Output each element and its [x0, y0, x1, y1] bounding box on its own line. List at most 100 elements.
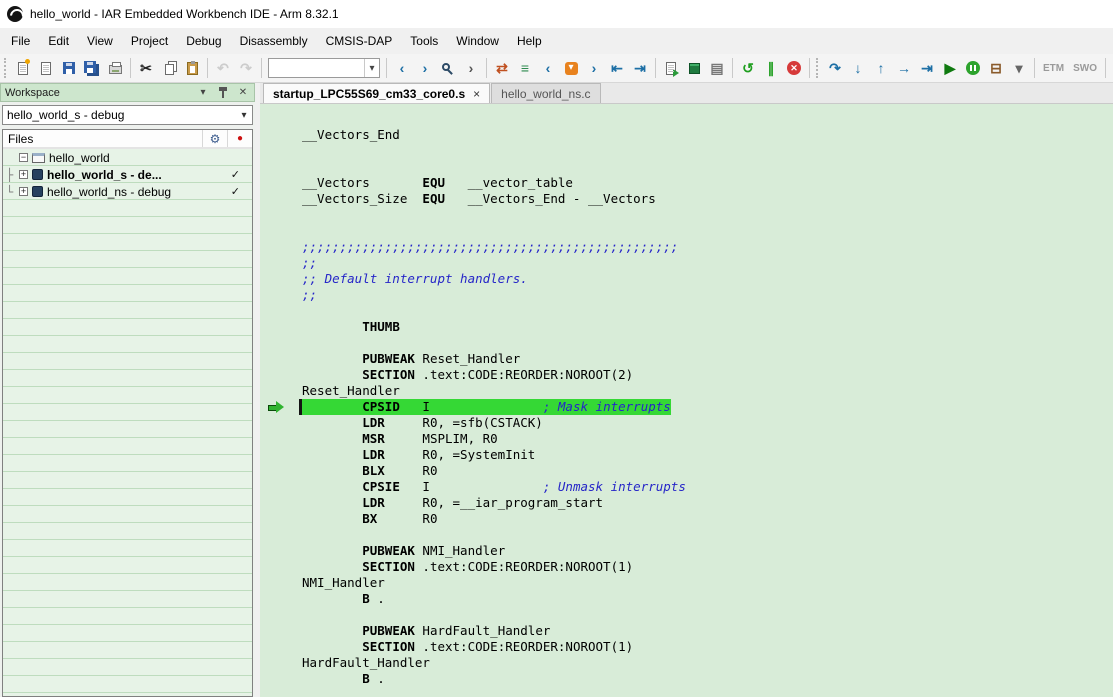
panel-close-button[interactable]: ✕	[236, 85, 250, 100]
copy-button[interactable]	[158, 57, 180, 79]
etm-trace-button[interactable]: ETM	[1039, 57, 1068, 79]
panel-pin-button[interactable]	[216, 85, 230, 100]
modified-column-header[interactable]: ●	[228, 130, 252, 147]
next-statement-button[interactable]: →	[893, 57, 915, 79]
code-line[interactable]: CPSID I ; Mask interrupts	[260, 399, 1113, 415]
code-line[interactable]: NMI_Handler	[260, 575, 1113, 591]
code-line[interactable]	[260, 607, 1113, 623]
code-line[interactable]	[260, 143, 1113, 159]
menu-edit[interactable]: Edit	[39, 30, 78, 52]
code-line[interactable]: LDR R0, =SystemInit	[260, 447, 1113, 463]
code-line[interactable]: THUMB	[260, 319, 1113, 335]
print-button[interactable]	[104, 57, 126, 79]
code-line[interactable]: PUBWEAK HardFault_Handler	[260, 623, 1113, 639]
expand-expander[interactable]: +	[19, 170, 28, 179]
menu-disassembly[interactable]: Disassembly	[231, 30, 317, 52]
menu-file[interactable]: File	[2, 30, 39, 52]
panel-menu-button[interactable]: ▾	[196, 85, 210, 100]
run-to-cursor-button[interactable]: ⇥	[916, 57, 938, 79]
chevron-down-icon[interactable]: ▾	[364, 59, 379, 77]
compile-button[interactable]	[660, 57, 682, 79]
find-combo[interactable]: ▾	[268, 58, 380, 78]
break-button[interactable]: ∥	[760, 57, 782, 79]
stop-debugging-button[interactable]	[783, 57, 805, 79]
make-button[interactable]	[683, 57, 705, 79]
editor[interactable]: __Vectors_End __Vectors EQU __vector_tabl…	[260, 104, 1113, 697]
code-line[interactable]: BX R0	[260, 511, 1113, 527]
code-line[interactable]: LDR R0, =__iar_program_start	[260, 495, 1113, 511]
paste-button[interactable]	[181, 57, 203, 79]
code-line[interactable]	[260, 159, 1113, 175]
code-line[interactable]: ;;	[260, 287, 1113, 303]
menu-tools[interactable]: Tools	[401, 30, 447, 52]
menu-project[interactable]: Project	[122, 30, 177, 52]
open-document-button[interactable]	[35, 57, 57, 79]
step-over-button[interactable]: ↷	[824, 57, 846, 79]
navigate-start-button[interactable]: ⇤	[606, 57, 628, 79]
code-line[interactable]: B .	[260, 671, 1113, 687]
expand-expander[interactable]: +	[19, 187, 28, 196]
code-line[interactable]: B .	[260, 591, 1113, 607]
tree-item-hello-world[interactable]: −hello_world	[6, 149, 252, 166]
step-into-button[interactable]: ↓	[847, 57, 869, 79]
code-line[interactable]	[260, 527, 1113, 543]
undo-button[interactable]: ↶	[212, 57, 234, 79]
code-line[interactable]: CPSIE I ; Unmask interrupts	[260, 479, 1113, 495]
code-line[interactable]	[260, 303, 1113, 319]
tab-close-icon[interactable]: ×	[473, 87, 480, 101]
stop-build-button[interactable]: ▤	[706, 57, 728, 79]
stop-target-button[interactable]: ⊟	[985, 57, 1007, 79]
navigate-end-button[interactable]: ⇥	[629, 57, 651, 79]
tab-hello-world-ns-c[interactable]: hello_world_ns.c	[491, 83, 600, 103]
toggle-source-header-button[interactable]: ⇄	[491, 57, 513, 79]
code-line[interactable]: PUBWEAK Reset_Handler	[260, 351, 1113, 367]
code-line[interactable]: ;;;;;;;;;;;;;;;;;;;;;;;;;;;;;;;;;;;;;;;;…	[260, 239, 1113, 255]
tree-item-hello-world-ns-debug[interactable]: └+hello_world_ns - debug✓	[6, 183, 252, 200]
code-line[interactable]: SECTION .text:CODE:REORDER:NOROOT(1)	[260, 639, 1113, 655]
code-line[interactable]	[260, 335, 1113, 351]
code-line[interactable]: __Vectors_End	[260, 127, 1113, 143]
code-line[interactable]: ;;	[260, 255, 1113, 271]
collapse-expander[interactable]: −	[19, 153, 28, 162]
build-config-select[interactable]: hello_world_s - debug ▾	[2, 105, 253, 125]
menu-debug[interactable]: Debug	[177, 30, 230, 52]
menu-cmsis-dap[interactable]: CMSIS-DAP	[317, 30, 402, 52]
navigate-backward-button[interactable]: ‹	[391, 57, 413, 79]
menu-window[interactable]: Window	[447, 30, 508, 52]
tab-startup-lpc55s69-cm33-core0-s[interactable]: startup_LPC55S69_cm33_core0.s×	[263, 83, 490, 103]
code-line[interactable]: SECTION .text:CODE:REORDER:NOROOT(2)	[260, 367, 1113, 383]
toggle-breakpoint-button[interactable]	[560, 57, 582, 79]
code-line[interactable]: Reset_Handler	[260, 383, 1113, 399]
code-line[interactable]: HardFault_Handler	[260, 655, 1113, 671]
navigate-forward-button[interactable]: ›	[414, 57, 436, 79]
redo-button[interactable]: ↷	[235, 57, 257, 79]
code-line[interactable]	[260, 223, 1113, 239]
tree-item-hello-world-s-de[interactable]: ├+hello_world_s - de...✓	[6, 166, 252, 183]
code-line[interactable]: __Vectors_Size EQU __Vectors_End - __Vec…	[260, 191, 1113, 207]
code-line[interactable]: MSR MSPLIM, R0	[260, 431, 1113, 447]
reset-button[interactable]: ↺	[737, 57, 759, 79]
code-line[interactable]	[260, 207, 1113, 223]
code-line[interactable]: PUBWEAK NMI_Handler	[260, 543, 1113, 559]
code-line[interactable]: ;; Default interrupt handlers.	[260, 271, 1113, 287]
break-execution-button[interactable]	[962, 57, 984, 79]
go-to-function-button[interactable]: ≡	[514, 57, 536, 79]
save-all-button[interactable]	[81, 57, 103, 79]
find-button[interactable]	[437, 57, 459, 79]
save-button[interactable]	[58, 57, 80, 79]
next-bookmark-button[interactable]: ›	[583, 57, 605, 79]
step-out-button[interactable]: ↑	[870, 57, 892, 79]
settings-column-header[interactable]: ⚙	[203, 130, 227, 147]
menu-help[interactable]: Help	[508, 30, 551, 52]
files-column-header[interactable]: Files	[3, 130, 202, 147]
new-document-button[interactable]	[12, 57, 34, 79]
previous-bookmark-button[interactable]: ‹	[537, 57, 559, 79]
find-next-button[interactable]: ›	[460, 57, 482, 79]
menu-view[interactable]: View	[78, 30, 122, 52]
code-line[interactable]: BLX R0	[260, 463, 1113, 479]
swo-trace-button[interactable]: SWO	[1069, 57, 1101, 79]
cut-button[interactable]: ✂	[135, 57, 157, 79]
code-line[interactable]: __Vectors EQU __vector_table	[260, 175, 1113, 191]
code-line[interactable]: LDR R0, =sfb(CSTACK)	[260, 415, 1113, 431]
go-button[interactable]: ▶	[939, 57, 961, 79]
